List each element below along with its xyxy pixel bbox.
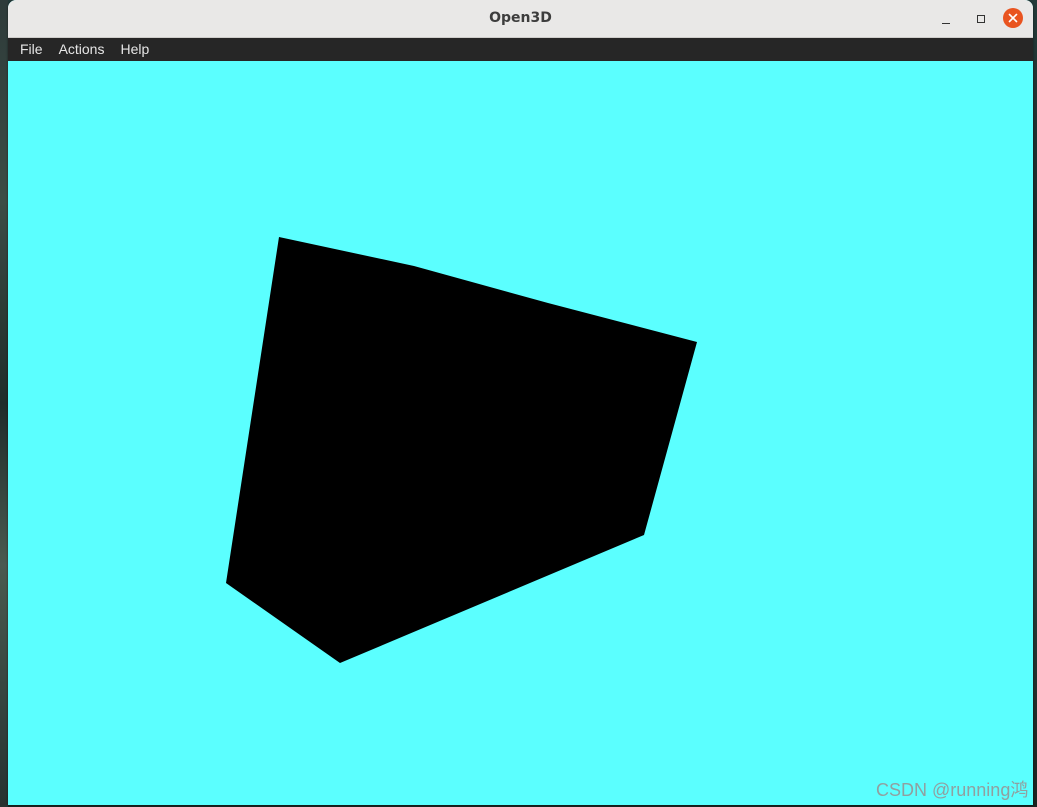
- menu-actions[interactable]: Actions: [51, 38, 113, 61]
- close-button[interactable]: [1003, 8, 1023, 28]
- menu-bar: File Actions Help: [8, 38, 1033, 61]
- minimize-button[interactable]: [935, 8, 957, 30]
- maximize-icon: [977, 15, 985, 23]
- minimize-icon: [942, 22, 950, 24]
- cube-mesh: [226, 237, 697, 663]
- menu-help[interactable]: Help: [112, 38, 157, 61]
- watermark: CSDN @running鸿: [876, 780, 1029, 800]
- window-title: Open3D: [489, 10, 552, 26]
- desktop-background: [0, 0, 8, 807]
- close-icon: [1008, 13, 1018, 23]
- title-bar[interactable]: Open3D: [8, 0, 1033, 38]
- menu-file[interactable]: File: [12, 38, 51, 61]
- maximize-button[interactable]: [970, 8, 992, 30]
- open3d-window: Open3D File Actions Help: [8, 0, 1033, 805]
- scene-canvas: [226, 237, 697, 663]
- 3d-viewport[interactable]: [8, 61, 1033, 805]
